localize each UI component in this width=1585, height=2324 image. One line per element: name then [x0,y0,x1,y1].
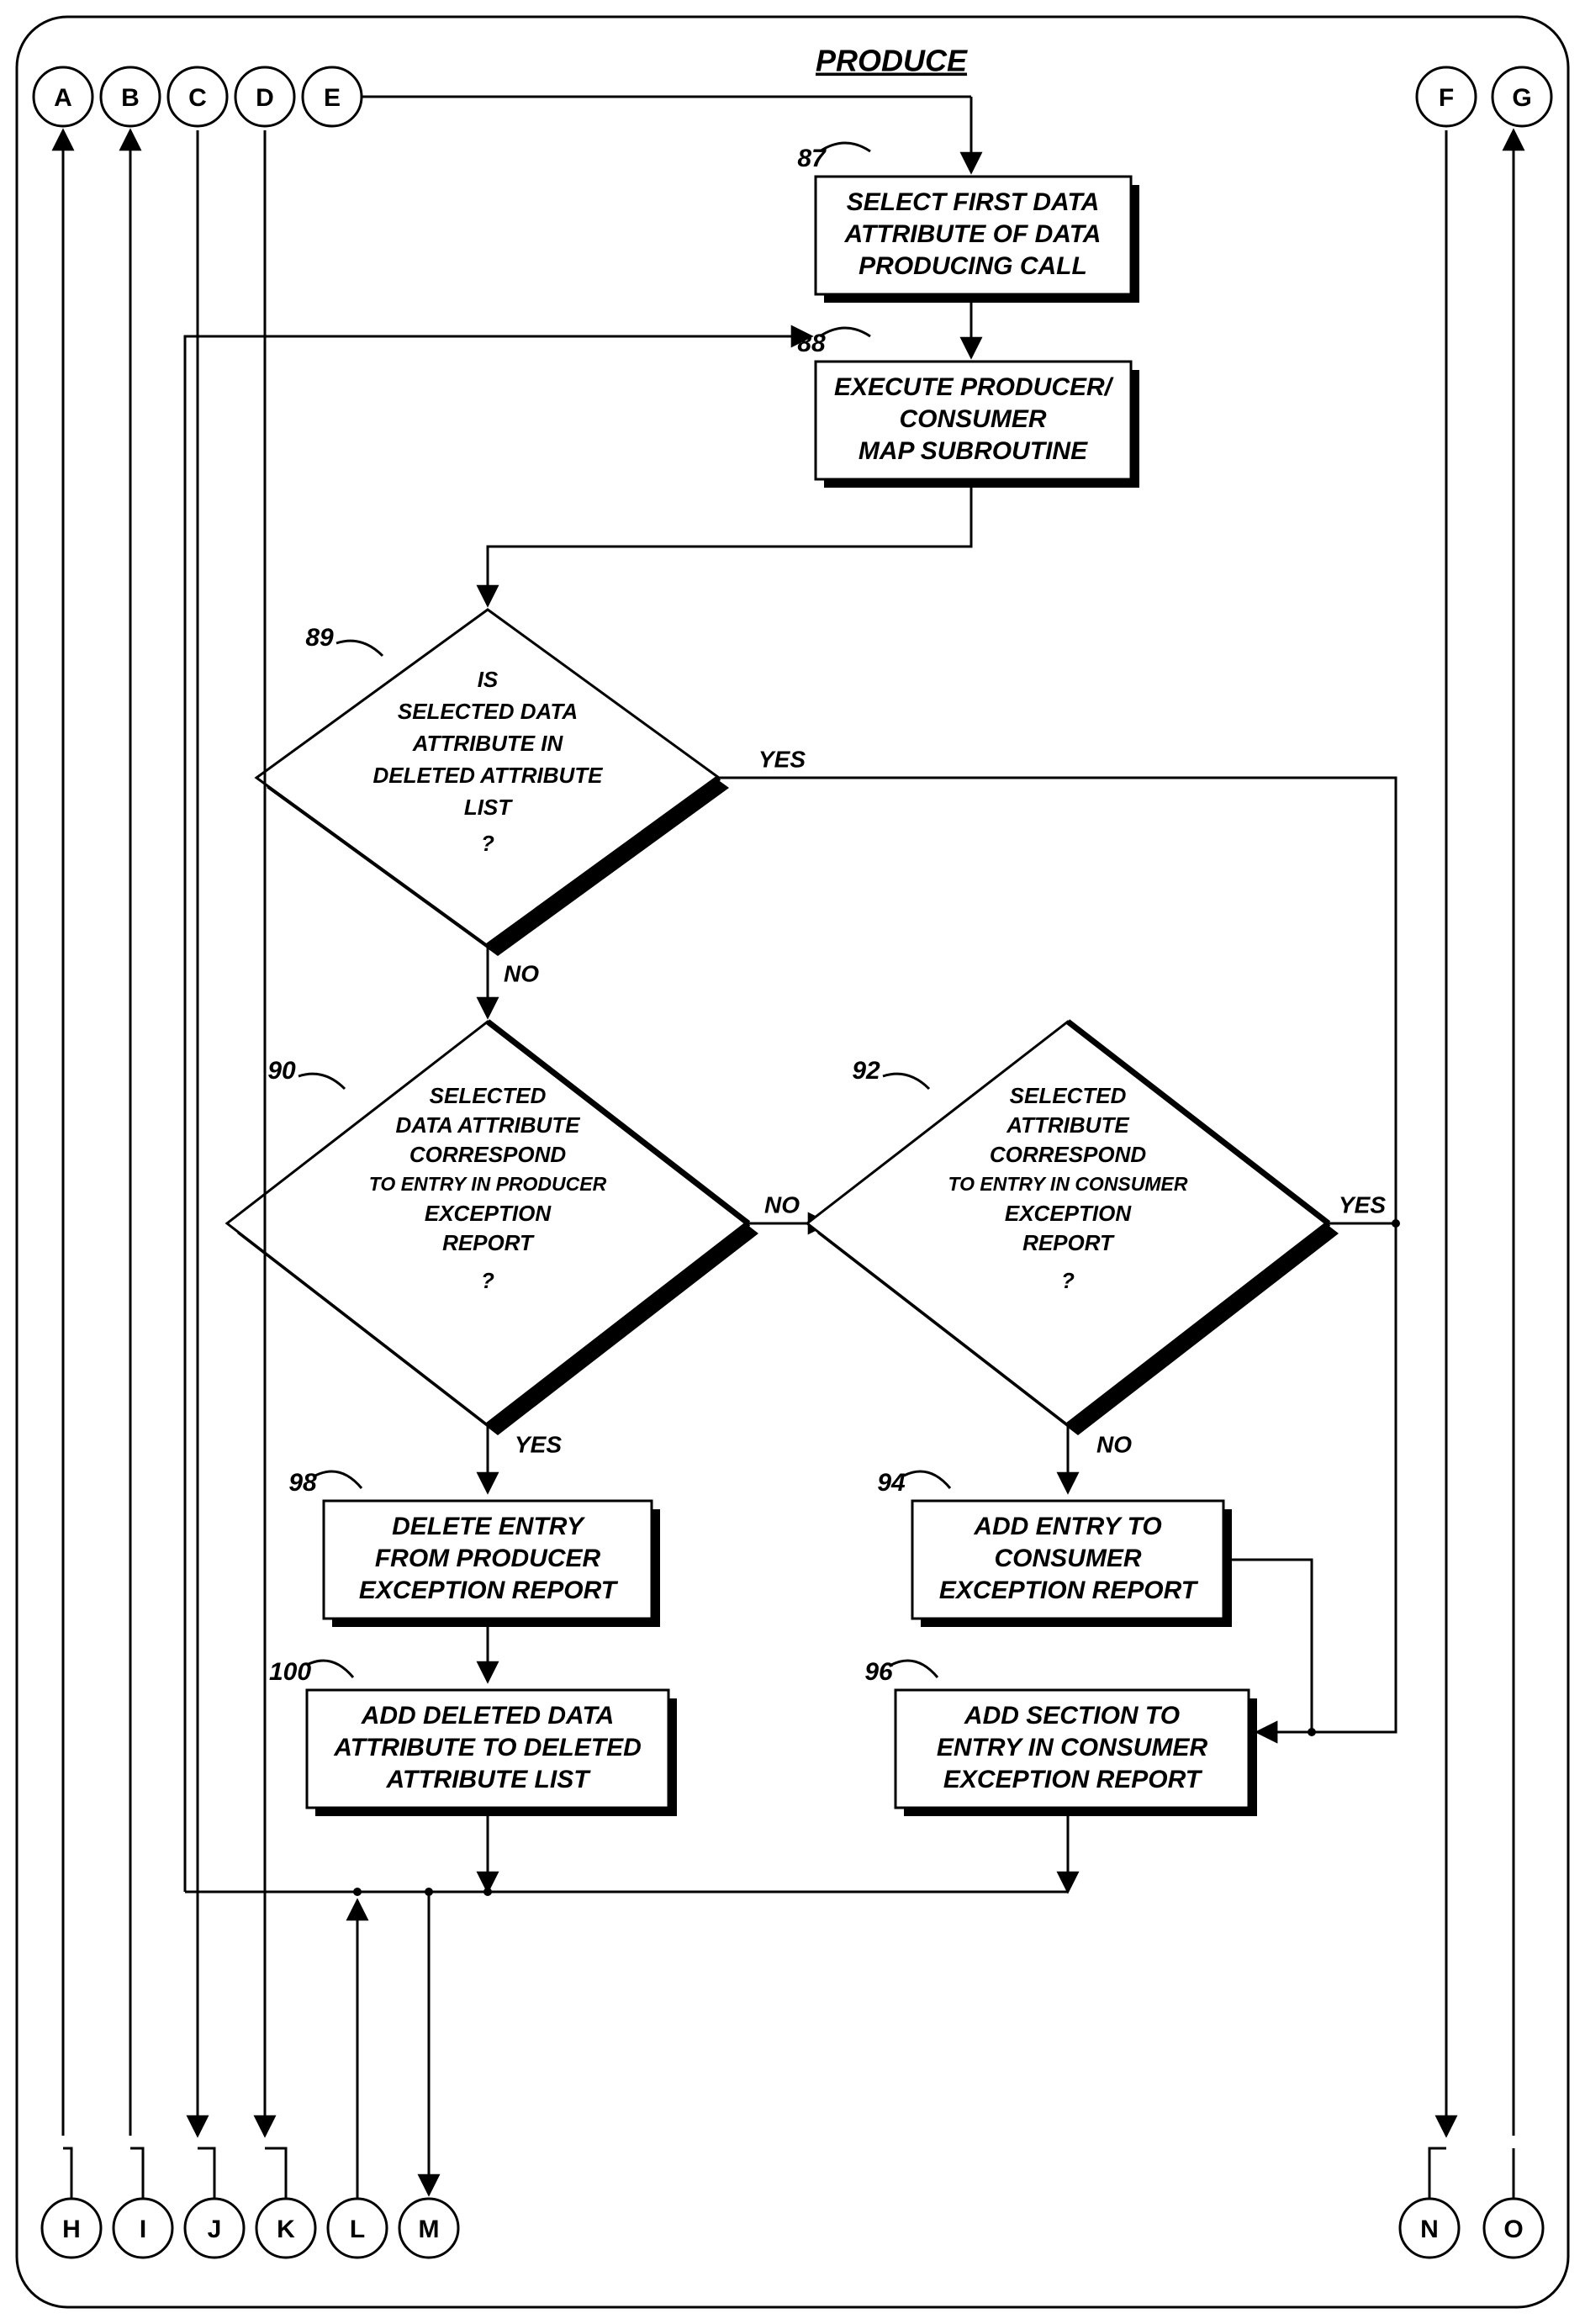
connector-O: O [1503,2216,1523,2243]
top-right-connectors: F G [1417,67,1551,126]
connector-L: L [350,2216,365,2243]
bottom-right-connectors: N O [1400,2199,1543,2258]
label-90-no: NO [764,1191,800,1217]
box-98: DELETE ENTRY FROM PRODUCER EXCEPTION REP… [324,1501,660,1627]
title-produce: PRODUCE [816,44,968,78]
ref-100: 100 [269,1658,311,1686]
label-92-no: NO [1096,1431,1132,1457]
svg-text:MAP SUBROUTINE: MAP SUBROUTINE [859,437,1088,465]
svg-text:ADD ENTRY TO: ADD ENTRY TO [973,1513,1161,1540]
svg-text:EXECUTE PRODUCER/: EXECUTE PRODUCER/ [834,373,1114,401]
svg-text:SELECTED: SELECTED [1010,1083,1127,1108]
svg-text:?: ? [481,1268,494,1293]
decision-89: IS SELECTED DATA ATTRIBUTE IN DELETED AT… [256,610,729,956]
box-88: EXECUTE PRODUCER/ CONSUMER MAP SUBROUTIN… [816,362,1139,488]
svg-text:ADD SECTION TO: ADD SECTION TO [964,1702,1180,1730]
svg-text:EXCEPTION REPORT: EXCEPTION REPORT [359,1577,619,1604]
connector-J: J [208,2216,222,2243]
svg-text:TO ENTRY IN PRODUCER: TO ENTRY IN PRODUCER [369,1173,607,1195]
ref-94: 94 [877,1469,906,1497]
svg-text:EXCEPTION REPORT: EXCEPTION REPORT [943,1766,1203,1793]
svg-text:EXCEPTION: EXCEPTION [1005,1201,1132,1226]
svg-text:ATTRIBUTE TO DELETED: ATTRIBUTE TO DELETED [333,1734,642,1761]
box-100: ADD DELETED DATA ATTRIBUTE TO DELETED AT… [307,1690,677,1816]
box-94: ADD ENTRY TO CONSUMER EXCEPTION REPORT [912,1501,1232,1627]
svg-text:SELECTED DATA: SELECTED DATA [398,699,578,724]
svg-text:REPORT: REPORT [1022,1230,1115,1255]
svg-text:EXCEPTION: EXCEPTION [425,1201,552,1226]
svg-text:LIST: LIST [464,795,513,820]
connector-F: F [1439,84,1454,112]
svg-text:PRODUCING CALL: PRODUCING CALL [859,252,1087,280]
svg-text:EXCEPTION REPORT: EXCEPTION REPORT [939,1577,1199,1604]
svg-text:DELETED ATTRIBUTE: DELETED ATTRIBUTE [373,763,604,788]
label-89-no: NO [504,960,539,986]
svg-text:ATTRIBUTE: ATTRIBUTE [1006,1112,1129,1138]
svg-text:DELETE ENTRY: DELETE ENTRY [392,1513,586,1540]
ref-89: 89 [305,624,334,652]
connector-C: C [188,84,207,112]
connector-D: D [256,84,274,112]
frame [17,17,1568,2307]
svg-text:ATTRIBUTE LIST: ATTRIBUTE LIST [385,1766,591,1793]
svg-text:CONSUMER: CONSUMER [899,405,1046,433]
connector-H: H [62,2216,81,2243]
connector-B: B [121,84,140,112]
svg-text:CORRESPOND: CORRESPOND [409,1142,567,1167]
svg-text:SELECTED: SELECTED [430,1083,547,1108]
connector-N: N [1420,2216,1439,2243]
decision-90: SELECTED DATA ATTRIBUTE CORRESPOND TO EN… [227,1022,758,1435]
bottom-left-connectors: H I J K L M [42,2199,458,2258]
svg-text:CORRESPOND: CORRESPOND [990,1142,1147,1167]
connector-I: I [140,2216,146,2243]
connector-E: E [324,84,341,112]
flowchart-canvas: A B C D E F G H I J K L M N O PRODUCE SE… [0,0,1585,2324]
svg-text:CONSUMER: CONSUMER [994,1545,1141,1572]
ref-88: 88 [797,330,826,357]
box-96: ADD SECTION TO ENTRY IN CONSUMER EXCEPTI… [896,1690,1257,1816]
ref-98: 98 [288,1469,317,1497]
ref-90: 90 [267,1057,296,1085]
svg-text:?: ? [1061,1268,1075,1293]
svg-text:IS: IS [478,667,499,692]
svg-text:ATTRIBUTE IN: ATTRIBUTE IN [412,731,564,756]
box-87: SELECT FIRST DATA ATTRIBUTE OF DATA PROD… [816,177,1139,303]
svg-text:ATTRIBUTE OF DATA: ATTRIBUTE OF DATA [844,220,1102,248]
top-left-connectors: A B C D E [34,67,362,126]
ref-96: 96 [864,1658,893,1686]
label-92-yes: YES [1339,1191,1386,1217]
svg-text:SELECT FIRST DATA: SELECT FIRST DATA [847,188,1100,216]
connector-K: K [277,2216,295,2243]
svg-text:FROM PRODUCER: FROM PRODUCER [375,1545,601,1572]
decision-92: SELECTED ATTRIBUTE CORRESPOND TO ENTRY I… [807,1022,1339,1435]
svg-text:?: ? [481,831,494,856]
connector-M: M [419,2216,440,2243]
svg-text:REPORT: REPORT [442,1230,535,1255]
connector-G: G [1512,84,1531,112]
svg-text:TO ENTRY IN CONSUMER: TO ENTRY IN CONSUMER [948,1173,1188,1195]
label-90-yes: YES [515,1431,562,1457]
svg-text:ADD DELETED DATA: ADD DELETED DATA [361,1702,615,1730]
connector-A: A [54,84,72,112]
ref-92: 92 [852,1057,880,1085]
label-89-yes: YES [758,746,806,772]
svg-text:ENTRY IN CONSUMER: ENTRY IN CONSUMER [937,1734,1208,1761]
svg-text:DATA ATTRIBUTE: DATA ATTRIBUTE [395,1112,580,1138]
